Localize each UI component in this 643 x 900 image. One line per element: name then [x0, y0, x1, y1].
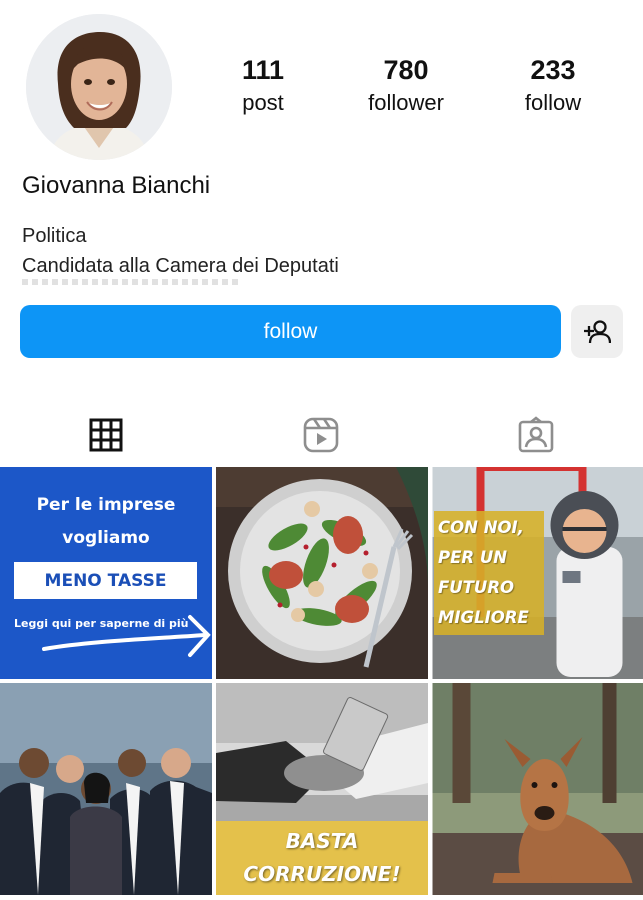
post-headline-line: Per le imprese	[36, 495, 176, 515]
tab-reels[interactable]	[291, 410, 351, 460]
posts-label: post	[242, 90, 284, 115]
post-tile-team[interactable]	[0, 683, 212, 895]
profile-name: Giovanna Bianchi	[22, 172, 211, 199]
bio-overflow-fade	[22, 279, 242, 285]
reels-icon	[303, 417, 339, 453]
bio-line: Politica	[22, 225, 87, 247]
posts-grid: Per le imprese vogliamo MENO TASSE Leggi…	[0, 467, 643, 900]
post-overlay-line: FUTURO	[438, 578, 515, 597]
post-overlay-text: CON NOI, PER UN FUTURO MIGLIORE	[434, 511, 544, 635]
posts-stat[interactable]: 111 post	[203, 52, 323, 118]
post-overlay-line: CON NOI,	[438, 518, 524, 537]
post-highlight-band: MENO TASSE	[14, 562, 197, 599]
post-tile-tax[interactable]: Per le imprese vogliamo MENO TASSE Leggi…	[0, 467, 212, 679]
dog-image	[432, 683, 643, 895]
person-add-icon	[584, 319, 611, 343]
tab-tagged[interactable]	[506, 410, 566, 460]
followers-count: 780	[383, 55, 429, 85]
follow-button[interactable]: follow	[20, 305, 561, 358]
following-label: follow	[524, 90, 582, 115]
post-overlay-line: CORRUZIONE!	[243, 862, 401, 886]
post-overlay-line: BASTA	[285, 829, 359, 853]
post-tile-corruption[interactable]: BASTA CORRUZIONE!	[216, 683, 428, 895]
profile-tabs	[0, 410, 643, 460]
suggest-accounts-button[interactable]	[571, 305, 623, 358]
bio-line: Candidata alla Camera dei Deputati	[22, 255, 339, 277]
post-tile-dog[interactable]	[432, 683, 643, 895]
profile-bio: Politica Candidata alla Camera dei Deput…	[22, 221, 339, 281]
post-tile-future[interactable]: CON NOI, PER UN FUTURO MIGLIORE	[432, 467, 643, 679]
avatar-image	[26, 14, 172, 160]
followers-stat[interactable]: 780 follower	[346, 52, 466, 118]
business-team-image	[0, 683, 212, 895]
tagged-icon	[518, 416, 554, 453]
grid-icon	[89, 418, 123, 452]
following-count: 233	[530, 55, 576, 85]
profile-avatar[interactable]	[26, 14, 172, 160]
post-overlay-text: BASTA CORRUZIONE!	[216, 821, 428, 895]
following-stat[interactable]: 233 follow	[493, 52, 613, 118]
tab-posts[interactable]	[76, 410, 136, 460]
posts-count: 111	[241, 55, 285, 85]
post-tile-salad[interactable]	[216, 467, 428, 679]
post-overlay-line: PER UN	[438, 548, 508, 567]
post-highlight-text: MENO TASSE	[44, 570, 167, 591]
post-caption: Leggi qui per saperne di più	[14, 617, 189, 630]
salad-image	[216, 467, 428, 679]
followers-label: follower	[368, 90, 444, 115]
post-overlay-line: MIGLIORE	[438, 608, 529, 627]
post-headline-line: vogliamo	[62, 528, 150, 548]
